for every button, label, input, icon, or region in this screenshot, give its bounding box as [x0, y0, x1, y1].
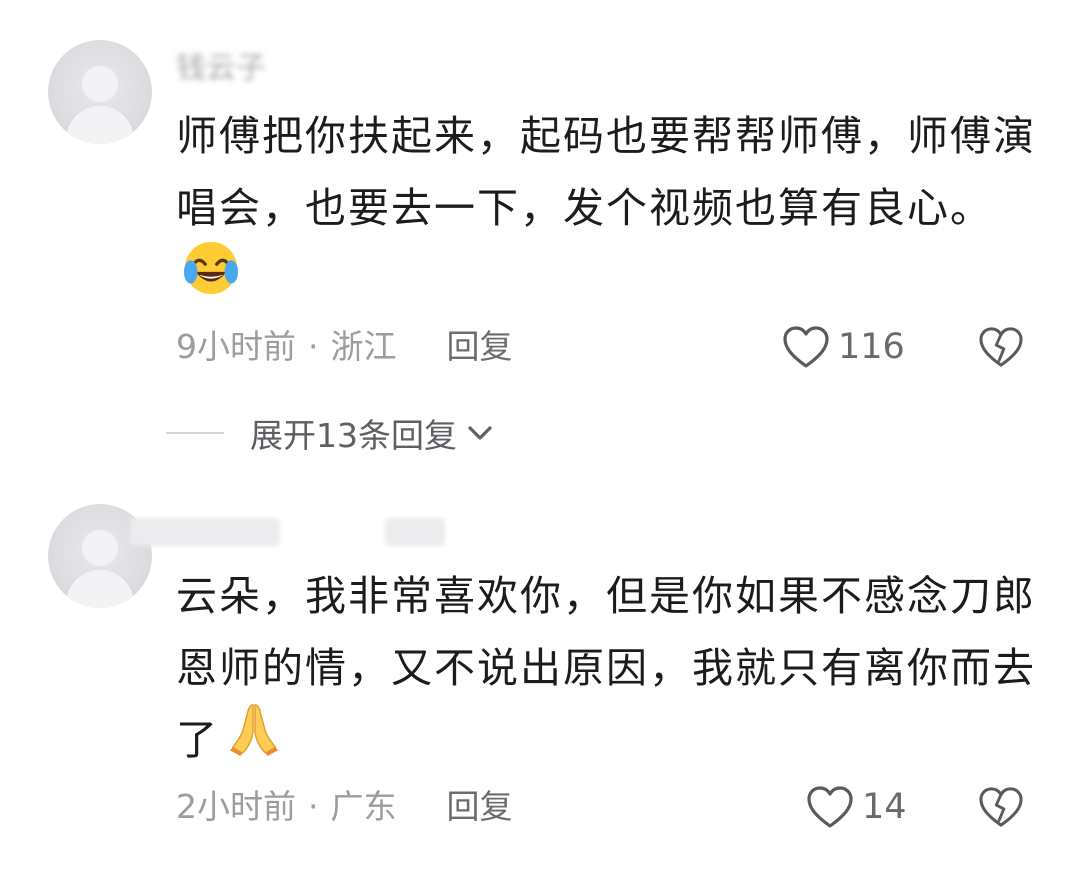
folded-hands-emoji — [225, 699, 283, 779]
dislike-button[interactable] — [976, 782, 1026, 832]
reply-button[interactable]: 回复 — [447, 327, 513, 366]
username[interactable]: 钱云子 — [176, 52, 296, 86]
expand-replies-button[interactable]: 展开13条回复 — [166, 408, 495, 458]
avatar[interactable] — [48, 40, 152, 144]
comment-location: 浙江 — [330, 327, 397, 366]
like-button[interactable]: 116 — [782, 322, 905, 372]
like-count: 14 — [862, 787, 907, 827]
separator-dot: · — [308, 327, 319, 366]
comment-item: 钱云子 师傅把你扶起来，起码也要帮帮师傅，师傅演唱会，也要去一下，发个视频也算有… — [0, 0, 1080, 470]
separator-dot: · — [308, 787, 319, 826]
like-count: 116 — [838, 327, 905, 367]
comment-time: 9小时前 — [176, 327, 296, 366]
heart-icon — [783, 326, 829, 368]
broken-heart-icon — [979, 787, 1023, 827]
broken-heart-icon — [979, 327, 1023, 367]
avatar-head — [82, 530, 118, 566]
comment-meta: 9小时前 · 浙江 回复 — [176, 322, 513, 372]
reply-button[interactable]: 回复 — [447, 787, 513, 826]
avatar-body — [66, 570, 134, 608]
comment-meta: 2小时前 · 广东 回复 — [176, 782, 513, 832]
username-blur — [385, 518, 445, 546]
avatar-body — [66, 106, 134, 144]
comment-body: 云朵，我非常喜欢你，但是你如果不感念刀郎恩师的情，又不说出原因，我就只有离你而去… — [176, 572, 1036, 764]
divider-line — [166, 432, 224, 434]
comment-location: 广东 — [330, 787, 397, 826]
avatar-head — [82, 66, 118, 102]
comment-item: 云朵，我非常喜欢你，但是你如果不感念刀郎恩师的情，又不说出原因，我就只有离你而去… — [0, 490, 1080, 873]
chevron-down-icon — [468, 426, 492, 440]
dislike-button[interactable] — [976, 322, 1026, 372]
comment-body: 师傅把你扶起来，起码也要帮帮师傅，师傅演唱会，也要去一下，发个视频也算有良心。 — [176, 112, 1036, 232]
heart-icon — [807, 786, 853, 828]
username-blur — [130, 518, 280, 546]
comment-text: 师傅把你扶起来，起码也要帮帮师傅，师傅演唱会，也要去一下，发个视频也算有良心。 — [176, 100, 1046, 319]
expand-replies-label: 展开13条回复 — [250, 416, 457, 455]
tears-of-joy-emoji — [182, 239, 240, 319]
like-button[interactable]: 14 — [806, 782, 907, 832]
comment-time: 2小时前 — [176, 787, 296, 826]
comment-text: 云朵，我非常喜欢你，但是你如果不感念刀郎恩师的情，又不说出原因，我就只有离你而去… — [176, 560, 1046, 779]
